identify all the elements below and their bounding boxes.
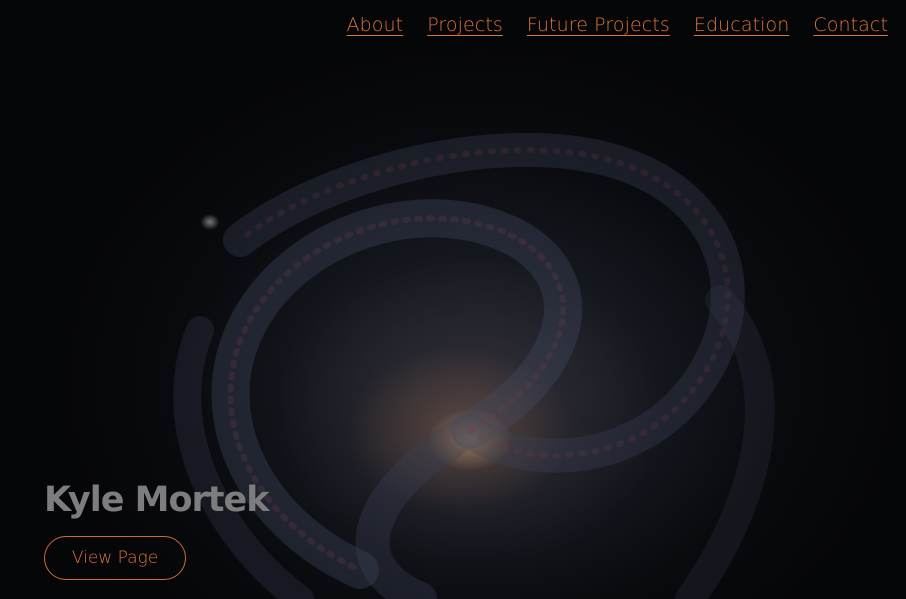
- nav-link-education[interactable]: Education: [694, 14, 790, 36]
- nav-link-projects[interactable]: Projects: [427, 14, 503, 36]
- main-nav: About Projects Future Projects Education…: [347, 14, 888, 36]
- nav-link-about[interactable]: About: [347, 14, 404, 36]
- hero-name-heading: Kyle Mortek: [44, 480, 269, 520]
- hero-section: About Projects Future Projects Education…: [0, 0, 906, 599]
- view-page-button[interactable]: View Page: [44, 536, 186, 580]
- nav-link-future-projects[interactable]: Future Projects: [527, 14, 670, 36]
- nav-link-contact[interactable]: Contact: [813, 14, 888, 36]
